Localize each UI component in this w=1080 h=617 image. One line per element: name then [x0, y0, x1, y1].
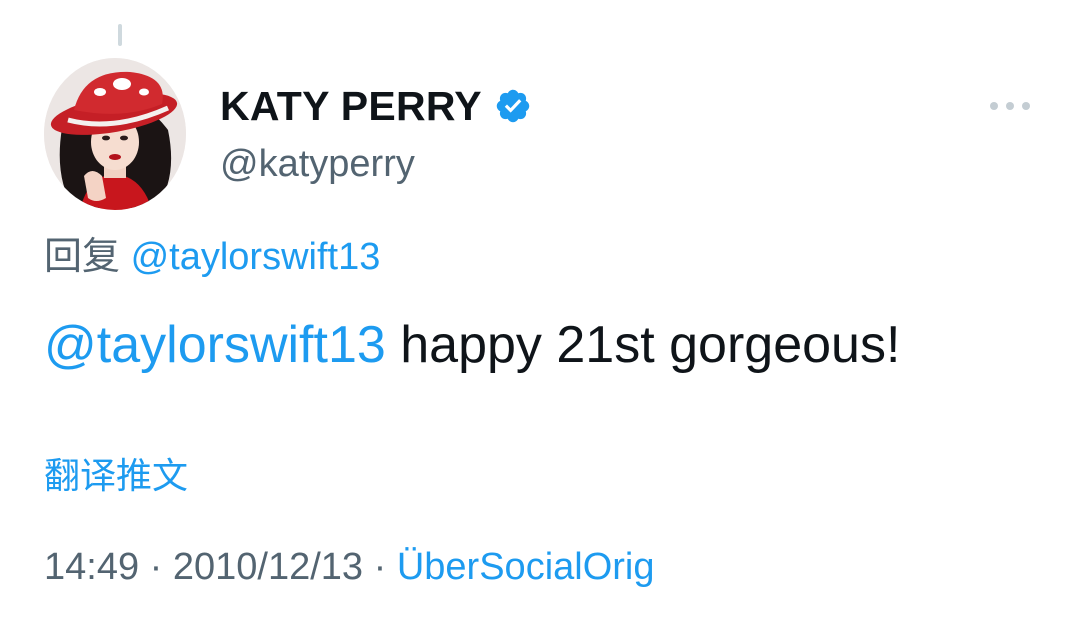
avatar-image: [44, 58, 186, 210]
user-handle[interactable]: @katyperry: [220, 140, 415, 188]
meta-separator: ·: [373, 546, 387, 588]
user-name-row: KATY PERRY: [220, 82, 532, 130]
display-name[interactable]: KATY PERRY: [220, 82, 482, 130]
reply-to-link[interactable]: @taylorswift13: [131, 236, 381, 278]
tweet-body: happy 21st gorgeous!: [400, 316, 901, 374]
tweet-time[interactable]: 14:49: [44, 546, 139, 588]
verified-badge-icon: [496, 89, 530, 123]
tweet-meta: 14:49 · 2010/12/13 · ÜberSocialOrig: [44, 542, 655, 592]
more-options-icon[interactable]: [988, 94, 1032, 118]
reply-prefix: 回复: [44, 236, 121, 278]
meta-separator: ·: [149, 546, 163, 588]
reply-context: 回复 @taylorswift13: [44, 232, 380, 282]
translate-tweet-link[interactable]: 翻译推文: [44, 452, 188, 500]
tweet-mention-link[interactable]: @taylorswift13: [44, 316, 386, 374]
avatar[interactable]: [44, 58, 186, 210]
thread-connector-line: [118, 24, 122, 46]
tweet-text: @taylorswift13 happy 21st gorgeous!: [44, 312, 900, 378]
tweet-date[interactable]: 2010/12/13: [173, 546, 363, 588]
tweet-source-link[interactable]: ÜberSocialOrig: [397, 546, 655, 588]
